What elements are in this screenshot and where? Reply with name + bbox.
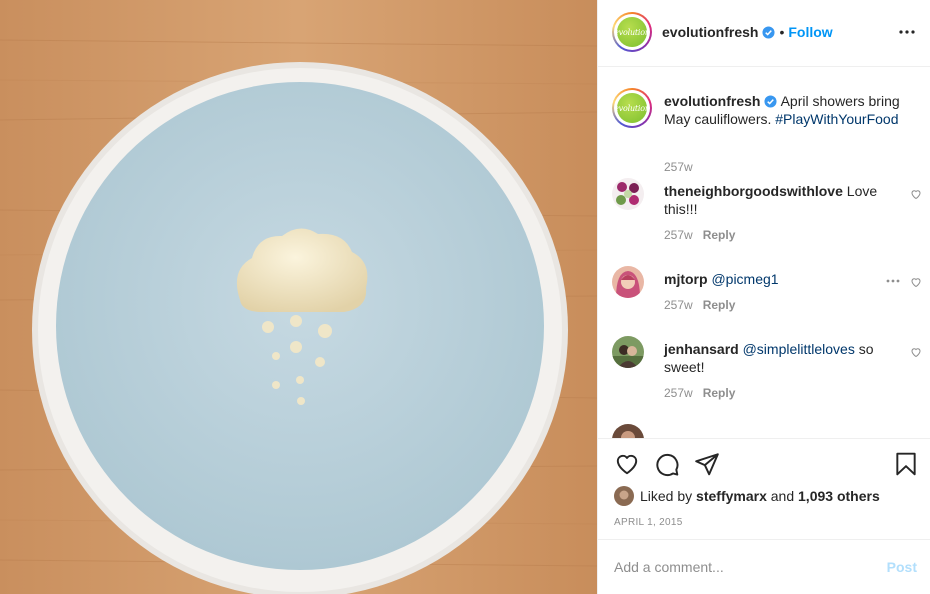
reply-button[interactable]: Reply: [703, 228, 736, 242]
caption-username[interactable]: evolutionfresh: [664, 93, 760, 109]
author-avatar[interactable]: evolution: [612, 12, 652, 52]
comment-meta: 257w Reply: [664, 228, 735, 242]
comment-icon[interactable]: [654, 451, 680, 477]
commenter-avatar[interactable]: [612, 424, 644, 438]
comment-time[interactable]: 257w: [664, 386, 693, 400]
caption-hashtag[interactable]: #PlayWithYourFood: [775, 111, 898, 127]
comment-like-heart-icon[interactable]: [910, 346, 922, 358]
author-username[interactable]: evolutionfresh: [662, 24, 758, 40]
caption-text: evolutionfresh April showers bring May c…: [664, 92, 916, 128]
comment-username[interactable]: jenhansard: [664, 341, 739, 357]
separator-dot: •: [779, 24, 785, 40]
author-name-row: evolutionfresh • Follow: [662, 24, 833, 40]
post-side-panel: evolution evolutionfresh • Follow evolutio…: [597, 0, 930, 594]
post-comment-button[interactable]: Post: [887, 559, 917, 575]
comment-time[interactable]: 257w: [664, 228, 693, 242]
share-icon[interactable]: [694, 451, 720, 477]
comment-meta: 257w Reply: [664, 386, 735, 400]
comment-meta: 257w Reply: [664, 298, 735, 312]
comment-mention[interactable]: @picmeg1: [711, 271, 778, 287]
likes-others-count[interactable]: 1,093 others: [798, 488, 880, 504]
commenter-avatar[interactable]: [612, 178, 644, 210]
follow-button[interactable]: Follow: [788, 24, 832, 40]
commenter-avatar[interactable]: [612, 266, 644, 298]
verified-badge-icon: [764, 95, 778, 108]
post-actions: Liked by steffymarx and 1,093 others APR…: [598, 438, 930, 538]
comment-text: jenhansard @simplelittleloves so sweet!: [664, 340, 894, 376]
verified-badge-icon: [762, 26, 776, 39]
add-comment-bar: Post: [598, 539, 930, 594]
evolution-logo: evolution: [614, 17, 650, 47]
caption-avatar[interactable]: evolution: [612, 88, 652, 128]
evolution-logo: evolution: [614, 93, 650, 123]
liker-avatar[interactable]: [614, 486, 634, 506]
commenter-avatar[interactable]: [612, 336, 644, 368]
bookmark-icon[interactable]: [893, 451, 919, 477]
comment-input[interactable]: [614, 556, 864, 578]
more-options-button[interactable]: [897, 22, 917, 42]
post-date[interactable]: APRIL 1, 2015: [614, 517, 683, 528]
comment-time[interactable]: 257w: [664, 298, 693, 312]
reply-button[interactable]: Reply: [703, 298, 736, 312]
heart-icon[interactable]: [614, 451, 640, 477]
likes-conj: and: [770, 488, 795, 504]
comment-options-icon[interactable]: [886, 279, 900, 283]
post-photo[interactable]: [0, 0, 597, 594]
post-header: evolution evolutionfresh • Follow: [598, 0, 930, 67]
liker-username[interactable]: steffymarx: [696, 488, 767, 504]
comment-text: theneighborgoodswithlove Love this!!!: [664, 182, 894, 218]
comment-like-heart-icon[interactable]: [910, 276, 922, 288]
comment-text: mjtorp @picmeg1: [664, 270, 894, 288]
more-horizontal-icon: [899, 30, 915, 34]
likes-prefix: Liked by: [640, 488, 693, 504]
comment-username[interactable]: mjtorp: [664, 271, 708, 287]
likes-summary: Liked by steffymarx and 1,093 others: [614, 486, 880, 506]
comment-username[interactable]: theneighborgoodswithlove: [664, 183, 843, 199]
caption-time[interactable]: 257w: [664, 160, 693, 174]
comments-list[interactable]: evolution evolutionfresh April showers b…: [598, 68, 930, 438]
comment-mention[interactable]: @simplelittleloves: [743, 341, 855, 357]
comment-like-heart-icon[interactable]: [910, 188, 922, 200]
cauliflower-plate-image: [0, 0, 597, 594]
reply-button[interactable]: Reply: [703, 386, 736, 400]
